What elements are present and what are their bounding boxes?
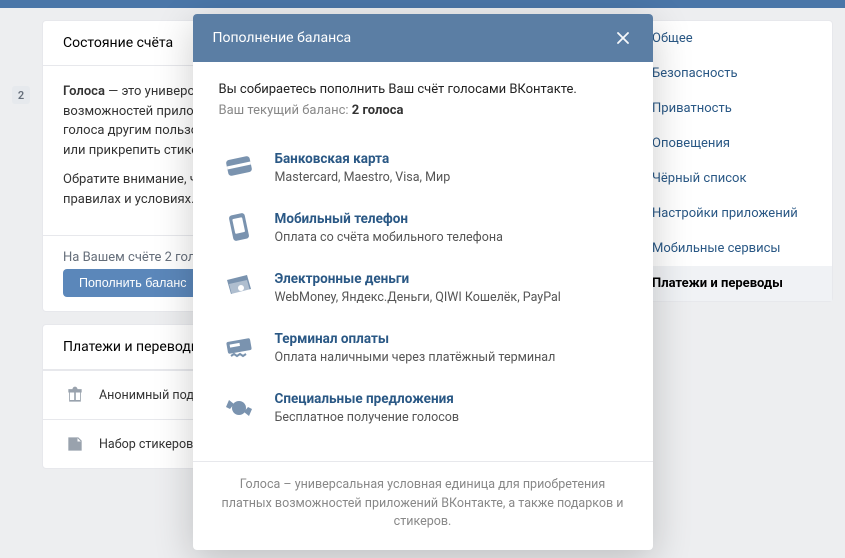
method-title: Электронные деньги: [275, 271, 561, 287]
sidebar-item-general[interactable]: Общее: [634, 21, 832, 56]
sidebar-item-security[interactable]: Безопасность: [634, 56, 832, 91]
close-icon[interactable]: [613, 28, 633, 48]
method-title: Мобильный телефон: [275, 211, 503, 227]
method-card[interactable]: Банковская карта Mastercard, Maestro, Vi…: [207, 138, 639, 198]
top-bar: [0, 0, 845, 8]
method-desc: Оплата наличными через платёжный термина…: [275, 350, 556, 365]
sidebar-item-blacklist[interactable]: Чёрный список: [634, 161, 832, 196]
method-title: Банковская карта: [275, 151, 451, 167]
modal-intro-text: Вы собираетесь пополнить Ваш счёт голоса…: [219, 82, 627, 97]
method-title: Специальные предложения: [275, 391, 460, 407]
sidebar-item-payments[interactable]: Платежи и переводы: [634, 266, 832, 301]
sidebar-item-privacy[interactable]: Приватность: [634, 91, 832, 126]
method-desc: Оплата со счёта мобильного телефона: [275, 230, 503, 245]
sidebar-item-notifications[interactable]: Оповещения: [634, 126, 832, 161]
topup-modal: Пополнение баланса Вы собираетесь пополн…: [193, 14, 653, 550]
sticker-icon: [63, 432, 87, 456]
candy-icon: [219, 388, 259, 428]
method-special[interactable]: Специальные предложения Бесплатное получ…: [207, 378, 639, 438]
modal-title: Пополнение баланса: [213, 30, 352, 46]
sidebar-item-app-settings[interactable]: Настройки приложений: [634, 196, 832, 231]
terminal-icon: [219, 328, 259, 368]
settings-sidebar: Общее Безопасность Приватность Оповещени…: [633, 20, 833, 302]
gift-icon: [63, 383, 87, 407]
sidebar-item-mobile[interactable]: Мобильные сервисы: [634, 231, 832, 266]
wallet-icon: [219, 268, 259, 308]
phone-icon: [219, 208, 259, 248]
method-desc: Mastercard, Maestro, Visa, Мир: [275, 170, 451, 185]
method-mobile[interactable]: Мобильный телефон Оплата со счёта мобиль…: [207, 198, 639, 258]
topup-button[interactable]: Пополнить баланс: [63, 269, 203, 297]
card-icon: [219, 148, 259, 188]
method-title: Терминал оплаты: [275, 331, 556, 347]
left-count-badge: 2: [12, 86, 30, 104]
method-desc: WebMoney, Яндекс.Деньги, QIWI Кошелёк, P…: [275, 290, 561, 305]
modal-footer-text: Голоса – универсальная условная единица …: [193, 461, 653, 550]
method-desc: Бесплатное получение голосов: [275, 410, 460, 425]
method-emoney[interactable]: Электронные деньги WebMoney, Яндекс.День…: [207, 258, 639, 318]
modal-balance-line: Ваш текущий баланс: 2 голоса: [219, 103, 627, 118]
method-terminal[interactable]: Терминал оплаты Оплата наличными через п…: [207, 318, 639, 378]
modal-header: Пополнение баланса: [193, 14, 653, 62]
